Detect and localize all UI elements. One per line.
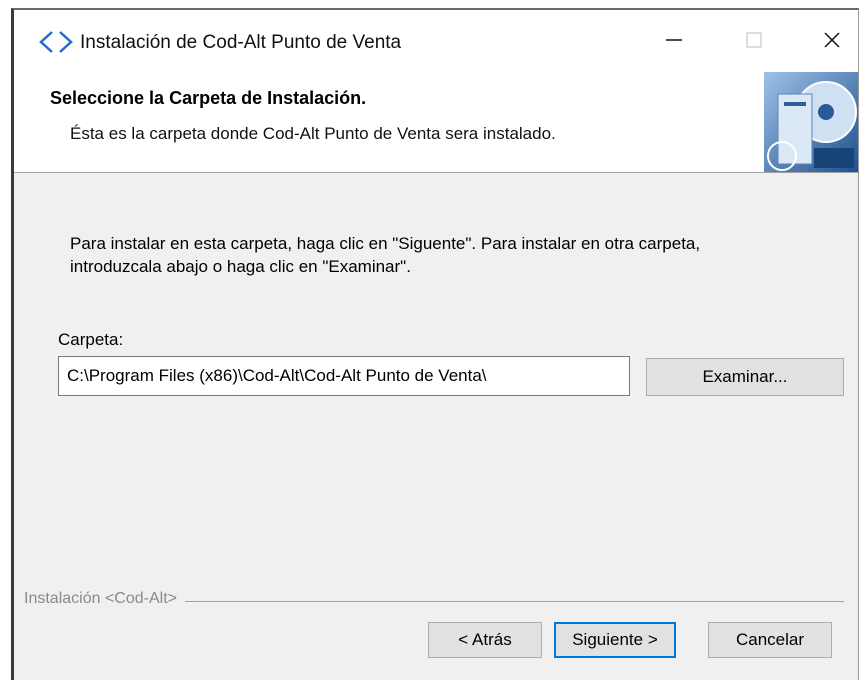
page-title: Seleccione la Carpeta de Instalación. bbox=[50, 88, 367, 108]
maximize-icon bbox=[744, 30, 764, 55]
minimize-button[interactable] bbox=[646, 20, 702, 64]
folder-path-input[interactable] bbox=[58, 356, 630, 396]
installer-window: Instalación de Cod-Alt Punto de Venta Se… bbox=[11, 8, 859, 680]
next-button[interactable]: Siguiente > bbox=[554, 622, 676, 658]
title-bar[interactable]: Instalación de Cod-Alt Punto de Venta bbox=[14, 10, 858, 72]
maximize-button bbox=[726, 20, 782, 64]
page-subtitle: Ésta es la carpeta donde Cod-Alt Punto d… bbox=[70, 124, 556, 143]
folder-label: Carpeta: bbox=[58, 330, 124, 349]
instructions-text: Para instalar en esta carpeta, haga clic… bbox=[70, 234, 701, 276]
wizard-header: Seleccione la Carpeta de Instalación. És… bbox=[14, 72, 858, 173]
back-button[interactable]: < Atrás bbox=[428, 622, 542, 658]
close-button[interactable] bbox=[804, 20, 858, 64]
browse-button[interactable]: Examinar... bbox=[646, 358, 844, 396]
minimize-icon bbox=[664, 30, 684, 55]
installer-disc-graphic bbox=[764, 72, 858, 172]
window-title: Instalación de Cod-Alt Punto de Venta bbox=[80, 32, 402, 53]
cancel-button[interactable]: Cancelar bbox=[708, 622, 832, 658]
close-icon bbox=[822, 30, 842, 55]
footer-brand: Instalación <Cod-Alt> bbox=[24, 590, 185, 608]
code-brackets-icon bbox=[38, 30, 74, 54]
